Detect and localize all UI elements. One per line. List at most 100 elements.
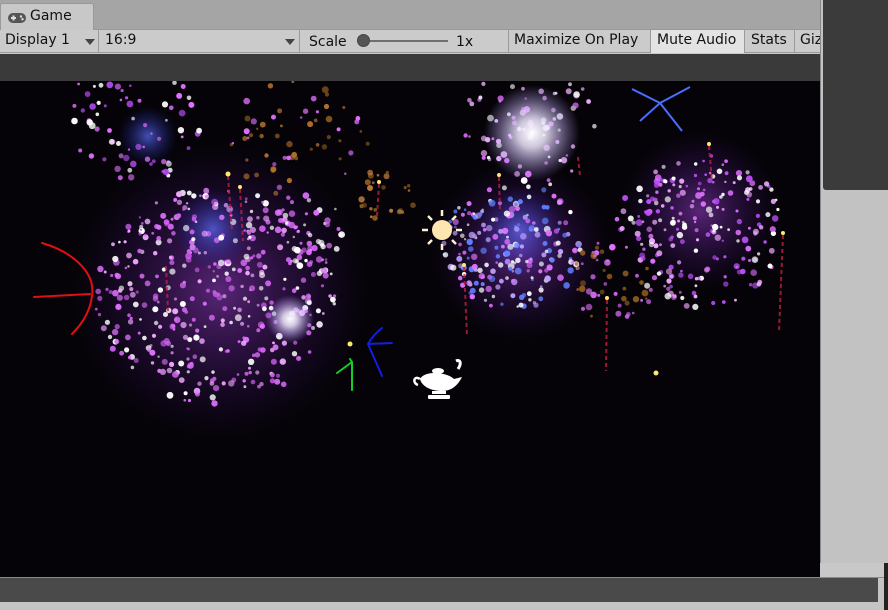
firework-spark <box>154 224 160 229</box>
firework-spark <box>84 91 91 97</box>
firework-spark <box>468 135 471 138</box>
firework-spark <box>259 121 266 128</box>
firework-spark <box>280 381 287 388</box>
firework-spark <box>500 302 504 306</box>
firework-spark <box>538 261 544 267</box>
firework-spark <box>693 173 698 178</box>
firework-spark <box>212 278 216 283</box>
firework-spark <box>204 194 209 199</box>
firework-spark <box>580 280 586 287</box>
firework-spark <box>203 325 207 328</box>
firework-spark <box>274 226 282 234</box>
firework-spark <box>281 220 285 224</box>
firework-spark <box>736 175 743 181</box>
firework-spark <box>310 272 316 277</box>
firework-spark <box>202 301 207 306</box>
firework-spark <box>211 370 215 374</box>
firework-spark <box>713 198 720 205</box>
firework-spark <box>139 224 144 229</box>
firework-spark <box>186 347 189 350</box>
firework-spark <box>727 190 734 196</box>
firework-spark <box>252 254 256 258</box>
firework-spark <box>141 302 148 308</box>
firework-spark <box>96 100 101 105</box>
firework-spark <box>624 245 628 249</box>
firework-spark <box>483 298 488 302</box>
firework-spark <box>489 303 493 308</box>
firework-spark <box>217 259 225 267</box>
firework-spark <box>290 200 294 205</box>
firework-spark <box>131 116 135 121</box>
firework-spark <box>634 230 641 237</box>
firework-spark <box>132 258 139 265</box>
stats-button[interactable]: Stats <box>744 30 794 53</box>
burst-glow-right <box>620 131 780 291</box>
firework-spark <box>478 287 485 293</box>
firework-spark <box>332 302 336 306</box>
firework-spark <box>734 298 737 302</box>
firework-spark <box>671 176 676 181</box>
firework-spark <box>176 213 182 219</box>
aspect-dropdown[interactable]: 16:9 <box>100 30 300 53</box>
scale-slider-track[interactable] <box>370 40 448 42</box>
firework-spark <box>195 328 200 333</box>
firework-spark <box>186 146 191 150</box>
firework-spark <box>232 238 238 244</box>
firework-spark <box>755 199 761 204</box>
firework-spark <box>256 216 260 220</box>
firework-spark <box>572 247 578 254</box>
scale-slider-thumb[interactable] <box>357 34 370 47</box>
firework-spark <box>272 341 275 345</box>
firework-spark <box>655 209 661 214</box>
firework-spark <box>597 293 601 297</box>
maximize-on-play-button[interactable]: Maximize On Play <box>508 30 650 53</box>
firework-spark <box>736 218 743 225</box>
firework-spark <box>129 291 136 298</box>
firework-spark <box>199 338 205 344</box>
firework-spark <box>668 236 673 242</box>
firework-spark <box>277 210 281 214</box>
firework-spark <box>516 305 519 308</box>
firework-spark <box>140 222 144 225</box>
editor-tab-strip: Game <box>0 0 820 31</box>
firework-spark <box>269 225 275 230</box>
firework-spark <box>358 196 365 203</box>
firework-spark <box>336 227 341 231</box>
firework-spark <box>277 108 283 114</box>
firework-spark <box>161 358 168 365</box>
firework-spark <box>292 235 295 239</box>
firework-spark <box>704 173 707 176</box>
firework-spark <box>659 243 662 247</box>
firework-spark <box>151 159 156 164</box>
firework-spark <box>191 193 197 199</box>
firework-spark <box>546 178 551 182</box>
firework-spark <box>280 124 283 128</box>
firework-spark <box>309 260 314 264</box>
firework-spark <box>635 219 643 227</box>
adjacent-panel <box>820 0 888 563</box>
gizmos-button[interactable]: Giz <box>794 30 820 53</box>
firework-spark <box>191 237 196 242</box>
display-dropdown[interactable]: Display 1 <box>0 30 99 53</box>
firework-spark <box>570 260 575 265</box>
firework-spark <box>603 282 608 286</box>
firework-spark <box>680 295 685 301</box>
firework-spark <box>112 255 119 263</box>
firework-spark <box>219 214 225 220</box>
firework-spark <box>473 280 479 286</box>
firework-spark <box>486 224 493 232</box>
firework-spark <box>157 287 164 293</box>
firework-spark <box>514 242 520 249</box>
game-viewport[interactable] <box>0 81 820 577</box>
firework-spark <box>765 212 771 218</box>
firework-spark <box>714 234 721 241</box>
firework-spark <box>262 306 267 312</box>
firework-spark <box>244 200 248 203</box>
firework-spark <box>265 280 272 287</box>
game-tab[interactable]: Game <box>0 3 94 31</box>
firework-spark <box>247 315 251 318</box>
firework-spark <box>700 201 706 207</box>
firework-spark <box>240 321 245 326</box>
mute-audio-button[interactable]: Mute Audio <box>650 30 744 53</box>
firework-spark <box>282 287 286 291</box>
